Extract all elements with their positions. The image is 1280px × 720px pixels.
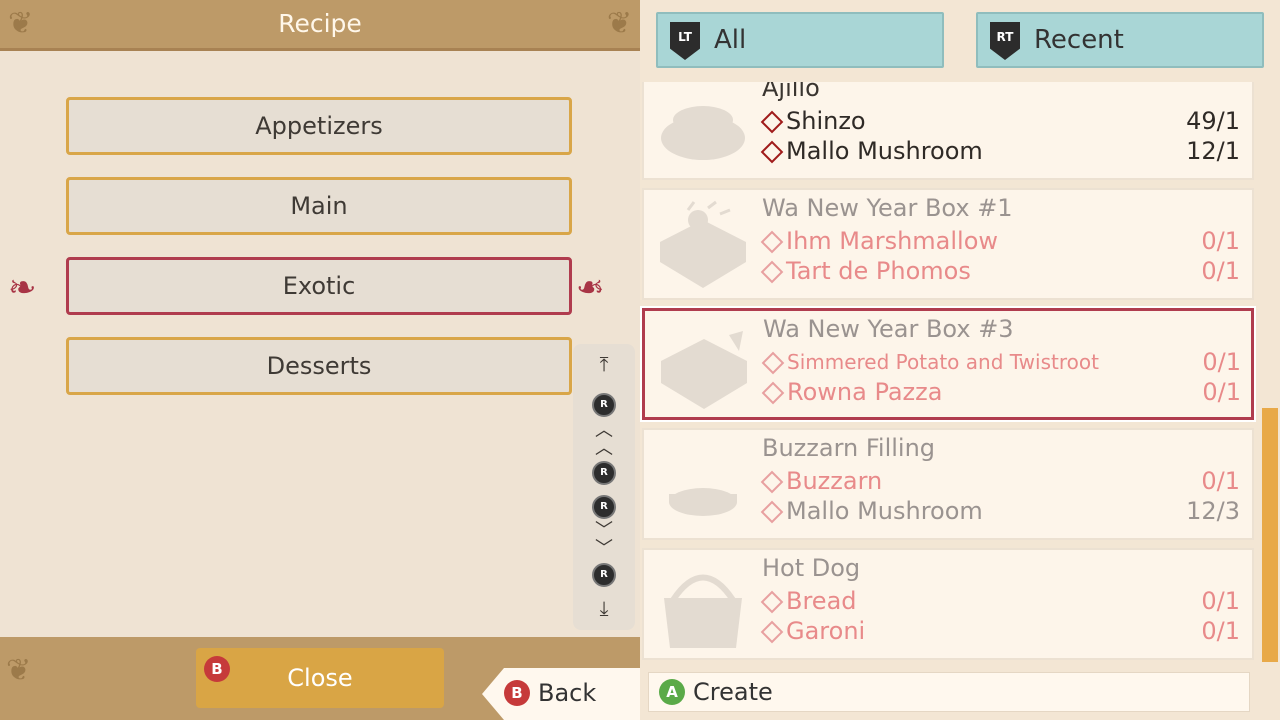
recipe-list: Ajillo Shinzo 49/1 Mallo Mushroom 12/1 W… — [640, 82, 1260, 664]
dish-icon — [658, 440, 748, 530]
scroll-bottom-icon[interactable]: ⤓ — [573, 596, 635, 620]
ingredient-qty: 0/1 — [1202, 348, 1241, 376]
tab-label: Recent — [1034, 25, 1124, 55]
diamond-icon — [761, 381, 785, 405]
ingredient-row: Garoni 0/1 — [760, 616, 1242, 646]
ingredient-qty: 12/3 — [1186, 497, 1240, 525]
bento-box-icon — [659, 321, 749, 411]
scrollbar-thumb[interactable] — [1262, 408, 1278, 662]
category-appetizers[interactable]: Appetizers — [66, 97, 572, 155]
bento-box-icon — [658, 200, 748, 290]
recipe-card[interactable]: Wa New Year Box #1 Ihm Marshmallow 0/1 T… — [642, 188, 1254, 300]
ingredient-qty: 0/1 — [1202, 378, 1241, 406]
diamond-icon — [761, 351, 785, 375]
ingredient-qty: 12/1 — [1186, 137, 1240, 165]
b-button-icon: B — [504, 680, 530, 706]
recipe-name: Hot Dog — [762, 554, 861, 582]
ingredient-qty: 0/1 — [1201, 617, 1240, 645]
ingredient-row: Rowna Pazza 0/1 — [761, 377, 1243, 407]
back-label: Back — [538, 679, 597, 707]
tab-label: All — [714, 25, 747, 55]
page-up-icon[interactable]: ︿ ︿ — [573, 422, 635, 458]
recipe-name: Wa New Year Box #3 — [763, 315, 1014, 343]
a-button-icon: A — [659, 679, 685, 705]
close-label: Close — [287, 664, 353, 692]
ingredient-qty: 0/1 — [1201, 257, 1240, 285]
ingredient-name: Ihm Marshmallow — [786, 227, 999, 255]
basket-icon — [658, 560, 748, 650]
create-label: Create — [693, 678, 773, 706]
r-stick-down-icon: R — [573, 562, 635, 587]
recipe-card[interactable]: Hot Dog Bread 0/1 Garoni 0/1 — [642, 548, 1254, 660]
ingredient-name: Simmered Potato and Twistroot — [787, 350, 1099, 374]
ingredient-row: Bread 0/1 — [760, 586, 1242, 616]
recipe-card[interactable]: Buzzarn Filling Buzzarn 0/1 Mallo Mushro… — [642, 428, 1254, 540]
tab-all[interactable]: LT All — [656, 12, 944, 68]
back-button[interactable]: B Back — [482, 668, 640, 720]
diamond-icon — [760, 590, 784, 614]
recipe-name: Buzzarn Filling — [762, 434, 936, 462]
diamond-icon — [760, 230, 784, 254]
recipe-name: Wa New Year Box #1 — [762, 194, 1013, 222]
r-stick-right-icon: R — [573, 494, 635, 519]
r-stick-left-icon: R — [573, 460, 635, 485]
diamond-icon — [760, 110, 784, 134]
diamond-icon — [760, 260, 784, 284]
recipe-card[interactable]: Ajillo Shinzo 49/1 Mallo Mushroom 12/1 — [642, 82, 1254, 180]
diamond-icon — [760, 140, 784, 164]
lt-button-icon: LT — [670, 22, 700, 60]
ingredient-name: Mallo Mushroom — [786, 137, 983, 165]
ornament-bottom-left-icon: ❦ — [6, 653, 32, 688]
ingredient-row: Simmered Potato and Twistroot 0/1 — [761, 347, 1243, 377]
ingredient-row: Buzzarn 0/1 — [760, 466, 1242, 496]
category-panel: ❦ ❦ Recipe Appetizers Main ❧ Exotic ❧ De… — [0, 0, 640, 720]
ingredient-name: Bread — [786, 587, 857, 615]
ingredient-row: Mallo Mushroom 12/3 — [760, 496, 1242, 526]
recipe-card-selected[interactable]: Wa New Year Box #3 Simmered Potato and T… — [642, 308, 1254, 420]
r-stick-up-icon: R — [573, 392, 635, 417]
selection-ornament-left-icon: ❧ — [8, 268, 37, 308]
ingredient-name: Mallo Mushroom — [786, 497, 983, 525]
category-exotic[interactable]: Exotic — [66, 257, 572, 315]
category-main[interactable]: Main — [66, 177, 572, 235]
ingredient-name: Buzzarn — [786, 467, 883, 495]
scroll-top-icon[interactable]: ⤒ — [573, 352, 635, 376]
diamond-icon — [760, 620, 784, 644]
recipe-name: Ajillo — [762, 82, 820, 102]
ingredient-qty: 49/1 — [1186, 107, 1240, 135]
ingredient-row: Ihm Marshmallow 0/1 — [760, 226, 1242, 256]
diamond-icon — [760, 500, 784, 524]
ingredient-row: Mallo Mushroom 12/1 — [760, 136, 1242, 166]
ingredient-name: Rowna Pazza — [787, 378, 943, 406]
ingredient-row: Tart de Phomos 0/1 — [760, 256, 1242, 286]
recipe-panel: LT All RT Recent Ajillo Shinzo 49/1 Mall… — [640, 0, 1280, 720]
close-button[interactable]: B Close — [196, 648, 444, 708]
ingredient-qty: 0/1 — [1201, 587, 1240, 615]
scrollbar[interactable] — [1262, 82, 1278, 662]
ingredient-qty: 0/1 — [1201, 467, 1240, 495]
bowl-icon — [658, 82, 748, 170]
b-button-icon: B — [204, 656, 230, 682]
category-desserts[interactable]: Desserts — [66, 337, 572, 395]
header-bar: ❦ ❦ Recipe — [0, 0, 640, 51]
ingredient-name: Tart de Phomos — [786, 257, 971, 285]
ingredient-name: Garoni — [786, 617, 866, 645]
scroll-controls: ⤒ R ︿ ︿ R R ﹀ ﹀ R ⤓ — [573, 344, 635, 630]
ingredient-qty: 0/1 — [1201, 227, 1240, 255]
page-title: Recipe — [278, 9, 362, 38]
create-button[interactable]: A Create — [648, 672, 1250, 712]
tab-recent[interactable]: RT Recent — [976, 12, 1264, 68]
ingredient-row: Shinzo 49/1 — [760, 106, 1242, 136]
ingredient-name: Shinzo — [786, 107, 866, 135]
selection-ornament-right-icon: ❧ — [576, 268, 605, 308]
diamond-icon — [760, 470, 784, 494]
rt-button-icon: RT — [990, 22, 1020, 60]
page-down-icon[interactable]: ﹀ ﹀ — [573, 522, 635, 558]
